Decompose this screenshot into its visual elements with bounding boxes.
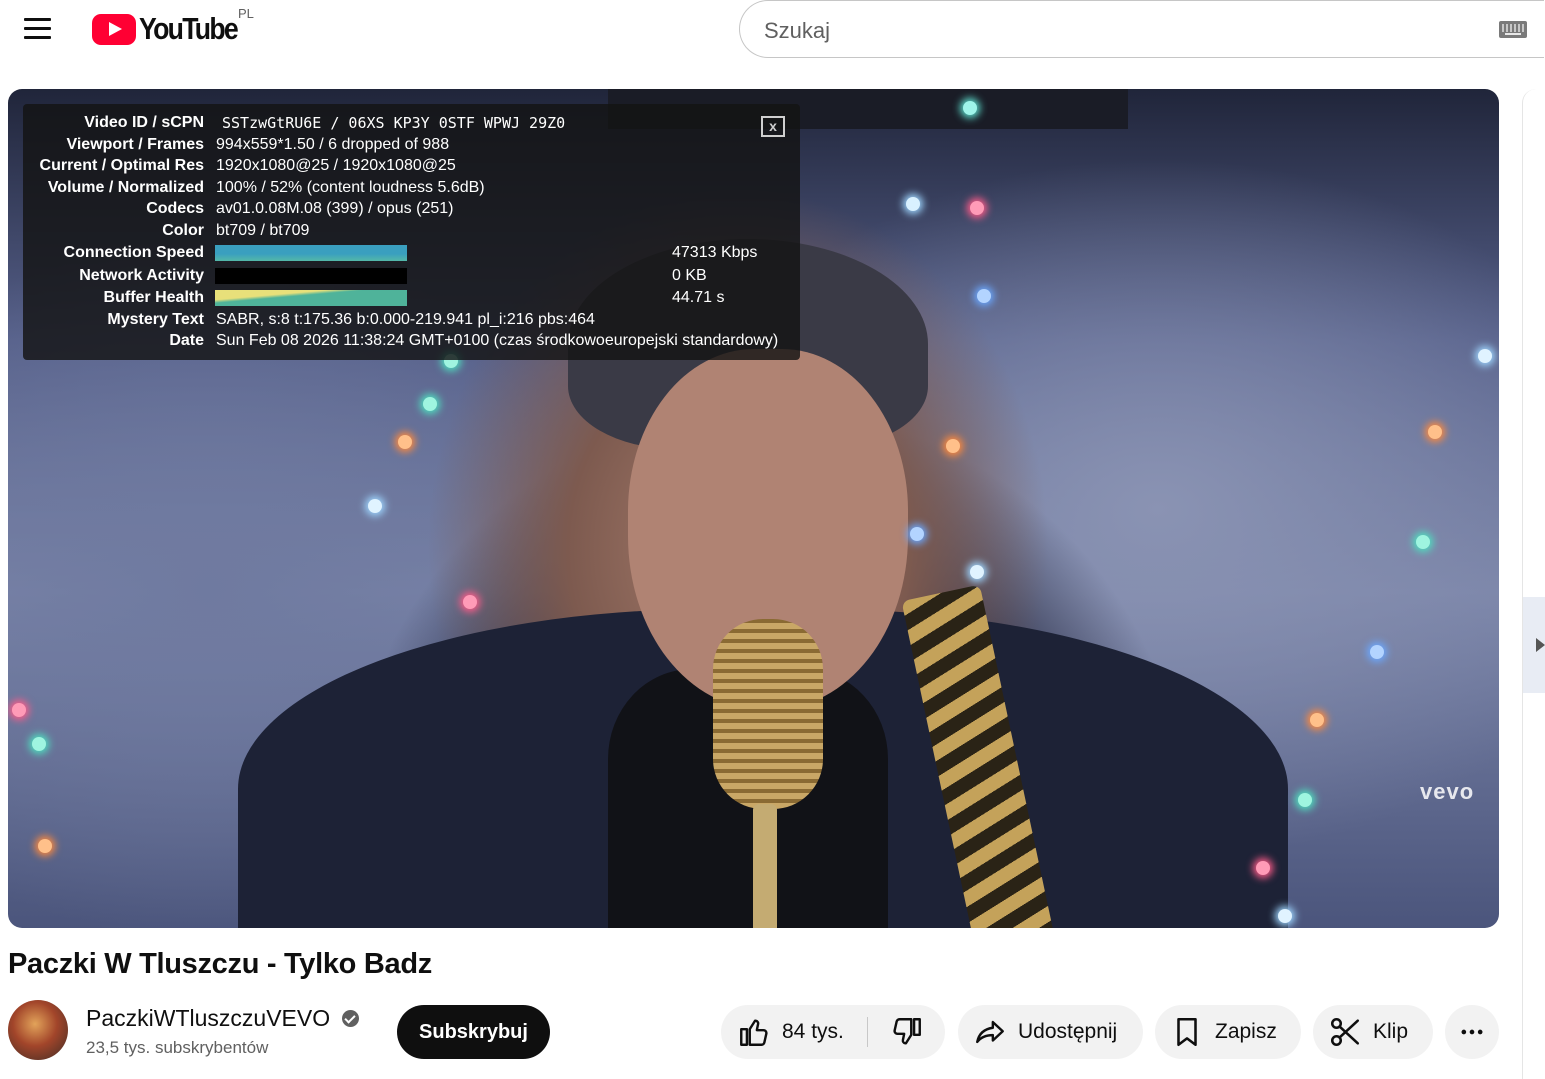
stats-row-video-id: Video ID / sCPN SSTzwGtRU6E / 06XS KP3Y …	[23, 112, 565, 134]
stats-label: Mystery Text	[107, 311, 204, 328]
stats-value: 47313 Kbps	[672, 244, 758, 261]
stats-close-icon[interactable]: x	[761, 116, 785, 137]
stats-value: 44.71 s	[672, 289, 725, 306]
stats-row-volume: Volume / Normalized 100% / 52% (content …	[23, 177, 485, 199]
video-frame-light	[32, 737, 46, 751]
video-frame-light	[977, 289, 991, 303]
video-frame-light	[38, 839, 52, 853]
stats-row-color: Color bt709 / bt709	[23, 220, 309, 242]
stats-row-buffer: Buffer Health	[23, 287, 204, 309]
youtube-logo-icon	[92, 13, 136, 45]
stats-row-codecs: Codecs av01.0.08M.08 (399) / opus (251)	[23, 198, 453, 220]
stats-row-viewport: Viewport / Frames 994x559*1.50 / 6 dropp…	[23, 134, 449, 156]
stats-value: 994x559*1.50 / 6 dropped of 988	[216, 136, 450, 153]
stats-label: Date	[169, 332, 204, 349]
channel-avatar[interactable]	[8, 1000, 68, 1060]
thumbs-up-icon	[740, 1019, 768, 1046]
like-button[interactable]: 84 tys.	[721, 1005, 867, 1059]
logo-text: YouTube	[139, 11, 239, 46]
more-icon	[1461, 1029, 1483, 1035]
save-button[interactable]: Zapisz	[1155, 1005, 1301, 1059]
stats-value: SSTzwGtRU6E / 06XS KP3Y 0STF WPWJ 29Z0	[222, 114, 566, 132]
youtube-logo[interactable]: YouTube	[92, 11, 253, 46]
scissors-icon	[1330, 1017, 1360, 1047]
search-input[interactable]	[762, 13, 1466, 49]
share-button[interactable]: Udostępnij	[958, 1005, 1143, 1059]
keyboard-icon[interactable]	[1499, 21, 1527, 38]
video-frame-light	[970, 565, 984, 579]
clip-button[interactable]: Klip	[1313, 1005, 1433, 1059]
video-frame-light	[1478, 349, 1492, 363]
video-frame-microphone	[713, 619, 823, 809]
video-frame-light	[946, 439, 960, 453]
dislike-button[interactable]	[868, 1005, 945, 1059]
thumbs-down-icon	[892, 1018, 921, 1045]
stats-value: 100% / 52% (content loudness 5.6dB)	[216, 179, 485, 196]
video-frame-light	[910, 527, 924, 541]
stats-label: Connection Speed	[63, 244, 204, 261]
video-frame-light	[398, 435, 412, 449]
country-code: PL	[238, 6, 254, 21]
video-frame-light	[1416, 535, 1430, 549]
video-frame-light	[1298, 793, 1312, 807]
chevron-right-icon[interactable]	[1523, 597, 1545, 693]
video-frame-light	[1256, 861, 1270, 875]
stats-row-network: Network Activity	[23, 265, 204, 287]
stats-value: 1920x1080@25 / 1920x1080@25	[216, 157, 456, 174]
stats-value: 0 KB	[672, 267, 707, 284]
bookmark-icon	[1177, 1017, 1197, 1047]
video-frame-light	[1370, 645, 1384, 659]
menu-icon[interactable]	[16, 9, 60, 49]
stats-value: SABR, s:8 t:175.36 b:0.000-219.941 pl_i:…	[216, 311, 595, 328]
share-icon	[976, 1020, 1004, 1044]
vevo-watermark: vevo	[1420, 779, 1475, 804]
stats-label: Color	[162, 222, 204, 239]
subscribe-button[interactable]: Subskrybuj	[397, 1005, 550, 1059]
stats-label: Volume / Normalized	[47, 179, 204, 196]
network-activity-graph	[215, 268, 407, 284]
stats-label: Viewport / Frames	[66, 136, 204, 153]
stats-for-nerds-panel: x Video ID / sCPN SSTzwGtRU6E / 06XS KP3…	[23, 104, 800, 360]
video-frame-mic-stand	[753, 804, 777, 928]
video-frame-light	[423, 397, 437, 411]
video-frame-light	[970, 201, 984, 215]
stats-label: Network Activity	[79, 267, 204, 284]
search-box[interactable]	[739, 0, 1544, 58]
stats-value: av01.0.08M.08 (399) / opus (251)	[216, 200, 454, 217]
video-frame-light	[12, 703, 26, 717]
stats-label: Current / Optimal Res	[39, 157, 204, 174]
verified-icon	[342, 1010, 359, 1027]
stats-value: Sun Feb 08 2026 11:38:24 GMT+0100 (czas …	[216, 332, 779, 349]
stats-label: Video ID / sCPN	[84, 114, 204, 131]
like-count: 84 tys.	[782, 1020, 844, 1043]
stats-row-connection: Connection Speed	[23, 242, 204, 264]
stats-value: bt709 / bt709	[216, 222, 310, 239]
video-frame-light	[463, 595, 477, 609]
stats-row-mystery: Mystery Text SABR, s:8 t:175.36 b:0.000-…	[23, 309, 595, 331]
video-frame-light	[963, 101, 977, 115]
video-frame-light	[1278, 909, 1292, 923]
save-label: Zapisz	[1215, 1020, 1277, 1043]
channel-name[interactable]: PaczkiWTluszczuVEVO	[86, 1005, 330, 1032]
like-dislike-group: 84 tys.	[721, 1005, 945, 1059]
share-label: Udostępnij	[1018, 1020, 1118, 1043]
video-title: Paczki W Tluszczu - Tylko Badz	[8, 948, 432, 980]
subscriber-count: 23,5 tys. subskrybentów	[86, 1038, 269, 1057]
video-player[interactable]: vevo x Video ID / sCPN SSTzwGtRU6E / 06X…	[8, 89, 1499, 928]
connection-speed-graph	[215, 245, 407, 261]
more-actions-button[interactable]	[1445, 1005, 1499, 1059]
secondary-panel-edge	[1522, 89, 1545, 1079]
stats-label: Codecs	[146, 200, 204, 217]
stats-label: Buffer Health	[103, 289, 204, 306]
video-frame-light	[368, 499, 382, 513]
stats-row-date: Date Sun Feb 08 2026 11:38:24 GMT+0100 (…	[23, 330, 778, 352]
stats-row-resolution: Current / Optimal Res 1920x1080@25 / 192…	[23, 155, 456, 177]
video-frame-light	[1428, 425, 1442, 439]
buffer-health-graph	[215, 290, 407, 306]
video-frame-light	[906, 197, 920, 211]
video-frame-light	[1310, 713, 1324, 727]
clip-label: Klip	[1373, 1020, 1409, 1043]
